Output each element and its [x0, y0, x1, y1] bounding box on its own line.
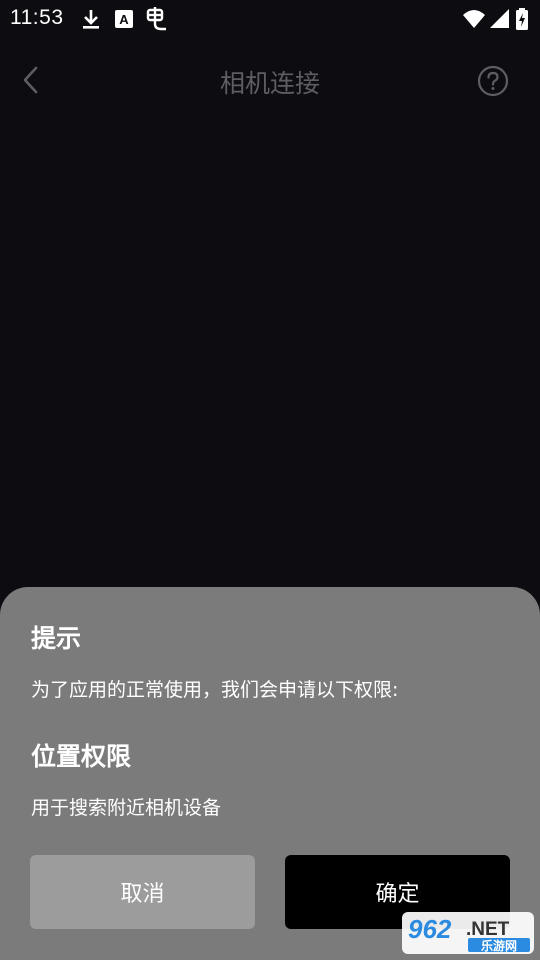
battery-icon	[516, 8, 528, 30]
status-bar: 11:53 A	[0, 0, 540, 38]
dialog-title: 提示	[31, 624, 82, 653]
question-circle-icon	[477, 65, 509, 97]
watermark-logo: 962 .NET 乐游网	[402, 912, 534, 954]
svg-text:乐游网: 乐游网	[481, 938, 517, 953]
confirm-button-label: 确定	[375, 882, 420, 907]
screen: 11:53 A 相机连接 提示 为了应用的正常使用，我们会申请以下权限: 位置权…	[0, 0, 540, 960]
bug-icon	[146, 7, 166, 31]
svg-text:A: A	[119, 12, 129, 27]
help-button[interactable]	[477, 65, 509, 97]
permission-title: 位置权限	[31, 742, 132, 771]
cancel-button[interactable]: 取消	[30, 855, 255, 929]
svg-text:962: 962	[408, 914, 452, 944]
download-icon	[83, 10, 99, 29]
signal-icon	[490, 9, 509, 28]
cancel-button-label: 取消	[120, 882, 165, 907]
a-box-icon: A	[115, 10, 133, 28]
svg-text:.NET: .NET	[466, 919, 510, 940]
wifi-icon	[463, 10, 485, 28]
page-title: 相机连接	[219, 69, 320, 98]
dialog-description: 为了应用的正常使用，我们会申请以下权限:	[31, 679, 399, 701]
app-header: 相机连接	[0, 50, 540, 110]
permission-description: 用于搜索附近相机设备	[31, 797, 222, 819]
status-time: 11:53	[10, 6, 64, 29]
permission-dialog: 提示 为了应用的正常使用，我们会申请以下权限: 位置权限 用于搜索附近相机设备 …	[0, 587, 540, 960]
